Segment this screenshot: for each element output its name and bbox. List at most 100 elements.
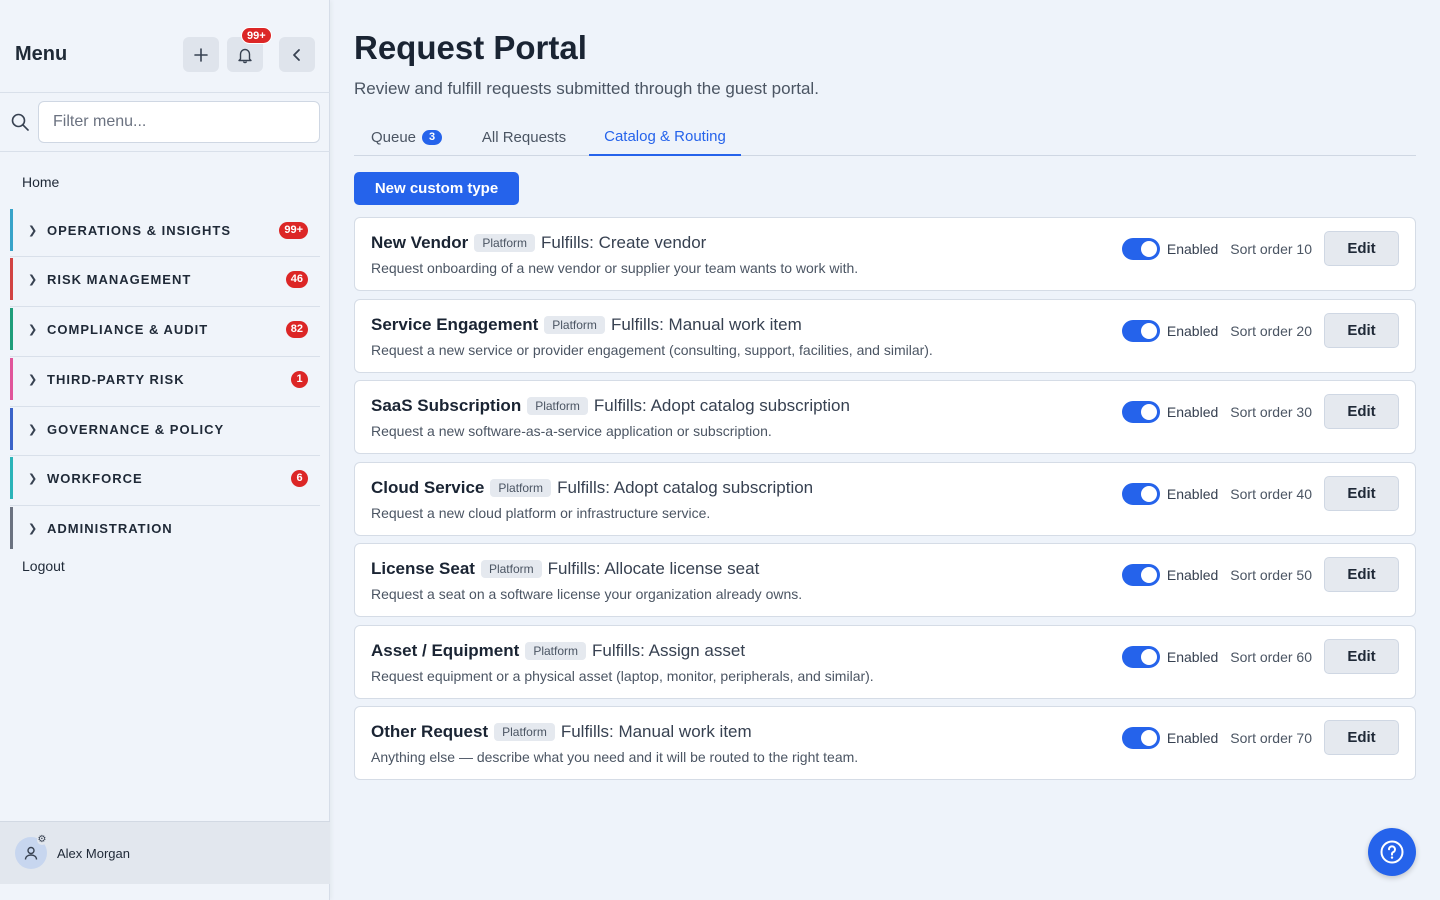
enabled-label: Enabled: [1166, 648, 1219, 665]
edit-button[interactable]: Edit: [1324, 639, 1399, 674]
card-header: Cloud Service Platform Fulfills: Adopt cat…: [371, 478, 813, 498]
edit-button[interactable]: Edit: [1324, 720, 1399, 755]
bell-icon: [238, 48, 252, 63]
chevron-right-icon: ❯: [28, 522, 38, 535]
enabled-label: Enabled: [1166, 485, 1219, 502]
fulfills-label: Fulfills: Assign asset: [592, 641, 746, 660]
tab-label: All Requests: [481, 128, 567, 146]
card-header: New Vendor Platform Fulfills: Create vendo…: [371, 233, 706, 253]
card-controls: Enabled Sort order 50 Edit: [1121, 557, 1399, 592]
enabled-toggle[interactable]: [1121, 482, 1160, 505]
nav-group-operations-insights[interactable]: ❯ OPERATIONS & INSIGHTS 99+: [10, 209, 320, 251]
request-type-name: Cloud Service: [371, 478, 485, 497]
toggle-knob: [1140, 240, 1157, 257]
request-type-card: Asset / Equipment Platform Fulfills: Assig…: [354, 625, 1416, 699]
enabled-toggle[interactable]: [1121, 563, 1160, 586]
enabled-label: Enabled: [1166, 240, 1219, 257]
platform-tag: Platform: [490, 479, 552, 497]
sidebar-header: Menu 99+: [0, 0, 330, 93]
request-type-description: Request a new software-as-a-service appl…: [371, 423, 772, 439]
enabled-toggle[interactable]: [1121, 237, 1160, 260]
collapse-sidebar-button[interactable]: [279, 37, 315, 72]
nav-group-administration[interactable]: ❯ ADMINISTRATION: [10, 507, 320, 549]
card-header: Asset / Equipment Platform Fulfills: Assig…: [371, 641, 745, 661]
enabled-label: Enabled: [1166, 566, 1219, 583]
edit-button[interactable]: Edit: [1324, 394, 1399, 429]
card-controls: Enabled Sort order 20 Edit: [1121, 313, 1399, 348]
request-type-description: Request a new cloud platform or infrastr…: [371, 505, 711, 521]
user-name: Alex Morgan: [57, 846, 130, 861]
enabled-toggle[interactable]: [1121, 400, 1160, 423]
request-type-card: New Vendor Platform Fulfills: Create vendo…: [354, 217, 1416, 291]
sidebar-title: Menu: [15, 43, 68, 65]
filter-menu-input[interactable]: [38, 101, 320, 143]
nav-group-count: 6: [291, 470, 308, 487]
nav-home[interactable]: Home: [22, 174, 59, 190]
enabled-toggle[interactable]: [1121, 319, 1160, 342]
divider: [10, 306, 320, 307]
add-button[interactable]: [183, 37, 219, 72]
nav-group-label: RISK MANAGEMENT: [47, 271, 192, 287]
card-controls: Enabled Sort order 70 Edit: [1121, 720, 1399, 755]
nav-group-compliance-audit[interactable]: ❯ COMPLIANCE & AUDIT 82: [10, 308, 320, 350]
tab-all-requests[interactable]: All Requests: [467, 118, 581, 156]
platform-tag: Platform: [480, 560, 542, 578]
nav-group-count: 1: [291, 371, 308, 388]
nav-group-third-party-risk[interactable]: ❯ THIRD-PARTY RISK 1: [10, 358, 320, 400]
toggle-knob: [1140, 729, 1157, 746]
platform-tag: Platform: [494, 723, 555, 741]
request-type-name: New Vendor: [371, 233, 469, 252]
page-subtitle: Review and fulfill requests submitted th…: [354, 79, 819, 98]
edit-button[interactable]: Edit: [1324, 231, 1399, 266]
tab-bar: Queue 3 All Requests Catalog & Routing: [354, 118, 1416, 156]
toggle-knob: [1140, 566, 1157, 583]
sort-order-label: Sort order 30: [1230, 403, 1312, 420]
card-controls: Enabled Sort order 40 Edit: [1121, 476, 1399, 511]
sidebar: Menu 99+ Home ❯ OPERATIONS & INSIGHTS 99…: [0, 0, 330, 900]
platform-tag: Platform: [527, 397, 588, 415]
edit-button[interactable]: Edit: [1324, 313, 1399, 348]
request-type-name: License Seat: [371, 559, 475, 578]
toggle-knob: [1140, 403, 1157, 420]
card-controls: Enabled Sort order 10 Edit: [1121, 231, 1399, 266]
platform-tag: Platform: [525, 642, 586, 660]
nav-group-workforce[interactable]: ❯ WORKFORCE 6: [10, 457, 320, 499]
tab-label: Catalog & Routing: [604, 127, 726, 145]
nav-group-risk-management[interactable]: ❯ RISK MANAGEMENT 46: [10, 258, 320, 300]
platform-tag: Platform: [474, 234, 535, 252]
card-header: Other Request Platform Fulfills: Manual wo…: [371, 722, 752, 742]
edit-button[interactable]: Edit: [1324, 557, 1399, 592]
enabled-toggle[interactable]: [1121, 726, 1160, 749]
request-type-card: Cloud Service Platform Fulfills: Adopt cat…: [354, 462, 1416, 536]
request-type-card: Other Request Platform Fulfills: Manual wo…: [354, 706, 1416, 780]
divider: [10, 455, 320, 456]
tab-queue[interactable]: Queue 3: [354, 118, 459, 156]
nav-group-label: ADMINISTRATION: [47, 520, 173, 536]
nav-group-label: WORKFORCE: [47, 470, 143, 486]
enabled-label: Enabled: [1166, 322, 1219, 339]
platform-tag: Platform: [544, 316, 605, 334]
card-controls: Enabled Sort order 30 Edit: [1121, 394, 1399, 429]
card-header: Service Engagement Platform Fulfills: Manu…: [371, 315, 802, 335]
chevron-right-icon: ❯: [28, 323, 38, 336]
fulfills-label: Fulfills: Adopt catalog subscription: [557, 478, 814, 497]
request-type-description: Request equipment or a physical asset (l…: [371, 668, 874, 684]
nav-group-count: 99+: [279, 222, 308, 239]
sidebar-footer: ⚙ Alex Morgan: [0, 821, 330, 884]
tab-catalog-routing[interactable]: Catalog & Routing: [589, 118, 741, 156]
request-type-name: Asset / Equipment: [371, 641, 520, 660]
help-button[interactable]: [1368, 828, 1416, 876]
sort-order-label: Sort order 10: [1230, 240, 1312, 257]
help-circle-icon: [1380, 840, 1404, 864]
nav-logout[interactable]: Logout: [22, 558, 65, 574]
sort-order-label: Sort order 70: [1230, 729, 1312, 746]
nav-group-label: GOVERNANCE & POLICY: [47, 421, 225, 437]
chevron-right-icon: ❯: [28, 273, 38, 286]
enabled-toggle[interactable]: [1121, 645, 1160, 668]
nav-group-governance-policy[interactable]: ❯ GOVERNANCE & POLICY: [10, 408, 320, 450]
chevron-right-icon: ❯: [28, 472, 38, 485]
enabled-label: Enabled: [1166, 403, 1219, 420]
edit-button[interactable]: Edit: [1324, 476, 1399, 511]
notifications-badge: 99+: [241, 27, 272, 44]
new-custom-type-button[interactable]: New custom type: [354, 172, 519, 205]
